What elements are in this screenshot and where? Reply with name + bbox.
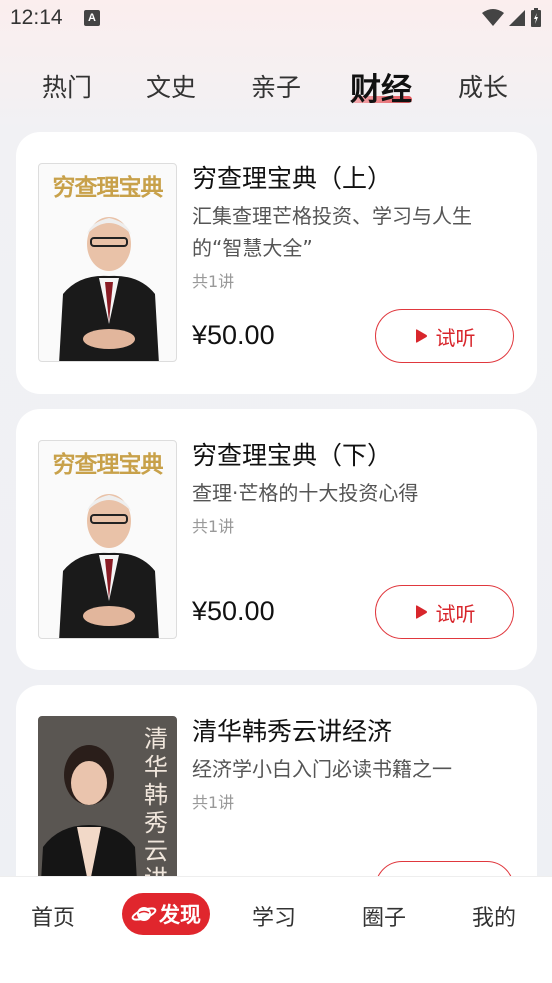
nav-home[interactable]: 首页 (31, 900, 75, 932)
status-bar: 12:14 A (0, 0, 552, 38)
play-icon (415, 329, 427, 343)
wifi-icon (482, 9, 504, 26)
lesson-count: 共1讲 (192, 517, 235, 536)
keyboard-a-icon: A (84, 10, 100, 26)
course-price: ¥50.00 (192, 320, 275, 350)
trial-listen-label: 试听 (435, 601, 476, 626)
portrait-image (59, 217, 159, 361)
play-icon (415, 605, 427, 619)
lesson-count: 共1讲 (192, 272, 235, 291)
category-tabs: 热门 文史 亲子 财经 成长 (0, 62, 552, 112)
nav-mine[interactable]: 我的 (472, 900, 516, 932)
course-title: 穷查理宝典（下） (192, 441, 393, 470)
nav-circles[interactable]: 圈子 (362, 900, 406, 932)
course-description: 经济学小白入门必读书籍之一 (192, 757, 452, 781)
tab-literature-history[interactable]: 文史 (146, 68, 196, 104)
course-price: ¥50.00 (192, 596, 275, 626)
bottom-navigation: 首页 发现 学习 圈子 我的 (0, 876, 552, 983)
book-cover: 穷查理宝典 (38, 163, 177, 362)
nav-learning[interactable]: 学习 (252, 900, 296, 932)
battery-icon (531, 8, 541, 27)
course-title: 清华韩秀云讲经济 (192, 717, 393, 746)
course-title: 穷查理宝典（上） (192, 164, 393, 193)
course-description: 汇集查理芒格投资、学习与人生的“智慧大全” (192, 204, 472, 260)
lesson-count: 共1讲 (192, 793, 235, 812)
nav-discover-label: 发现 (159, 903, 201, 927)
status-icons (482, 8, 542, 28)
portrait-image (59, 494, 159, 638)
trial-listen-label: 试听 (435, 325, 476, 350)
tab-parenting[interactable]: 亲子 (251, 68, 301, 104)
tab-finance[interactable]: 财经 (350, 64, 412, 109)
trial-listen-button[interactable]: 试听 (375, 585, 514, 639)
tab-hot[interactable]: 热门 (42, 68, 92, 104)
trial-listen-button[interactable]: 试听 (375, 309, 514, 363)
planet-icon (131, 907, 157, 921)
nav-discover[interactable]: 发现 (122, 893, 210, 935)
signal-icon (509, 10, 525, 26)
course-card[interactable]: 穷查理宝典 穷查理宝典（上） 汇集查理芒格投资、学习与人生的“智慧大全” 共1讲… (16, 132, 537, 394)
status-time: 12:14 (10, 6, 63, 29)
book-cover: 穷查理宝典 (38, 440, 177, 639)
course-description: 查理·芒格的十大投资心得 (192, 481, 419, 505)
course-card[interactable]: 穷查理宝典 穷查理宝典（下） 查理·芒格的十大投资心得 共1讲 ¥50.00 试… (16, 409, 537, 670)
tab-growth[interactable]: 成长 (458, 68, 508, 104)
